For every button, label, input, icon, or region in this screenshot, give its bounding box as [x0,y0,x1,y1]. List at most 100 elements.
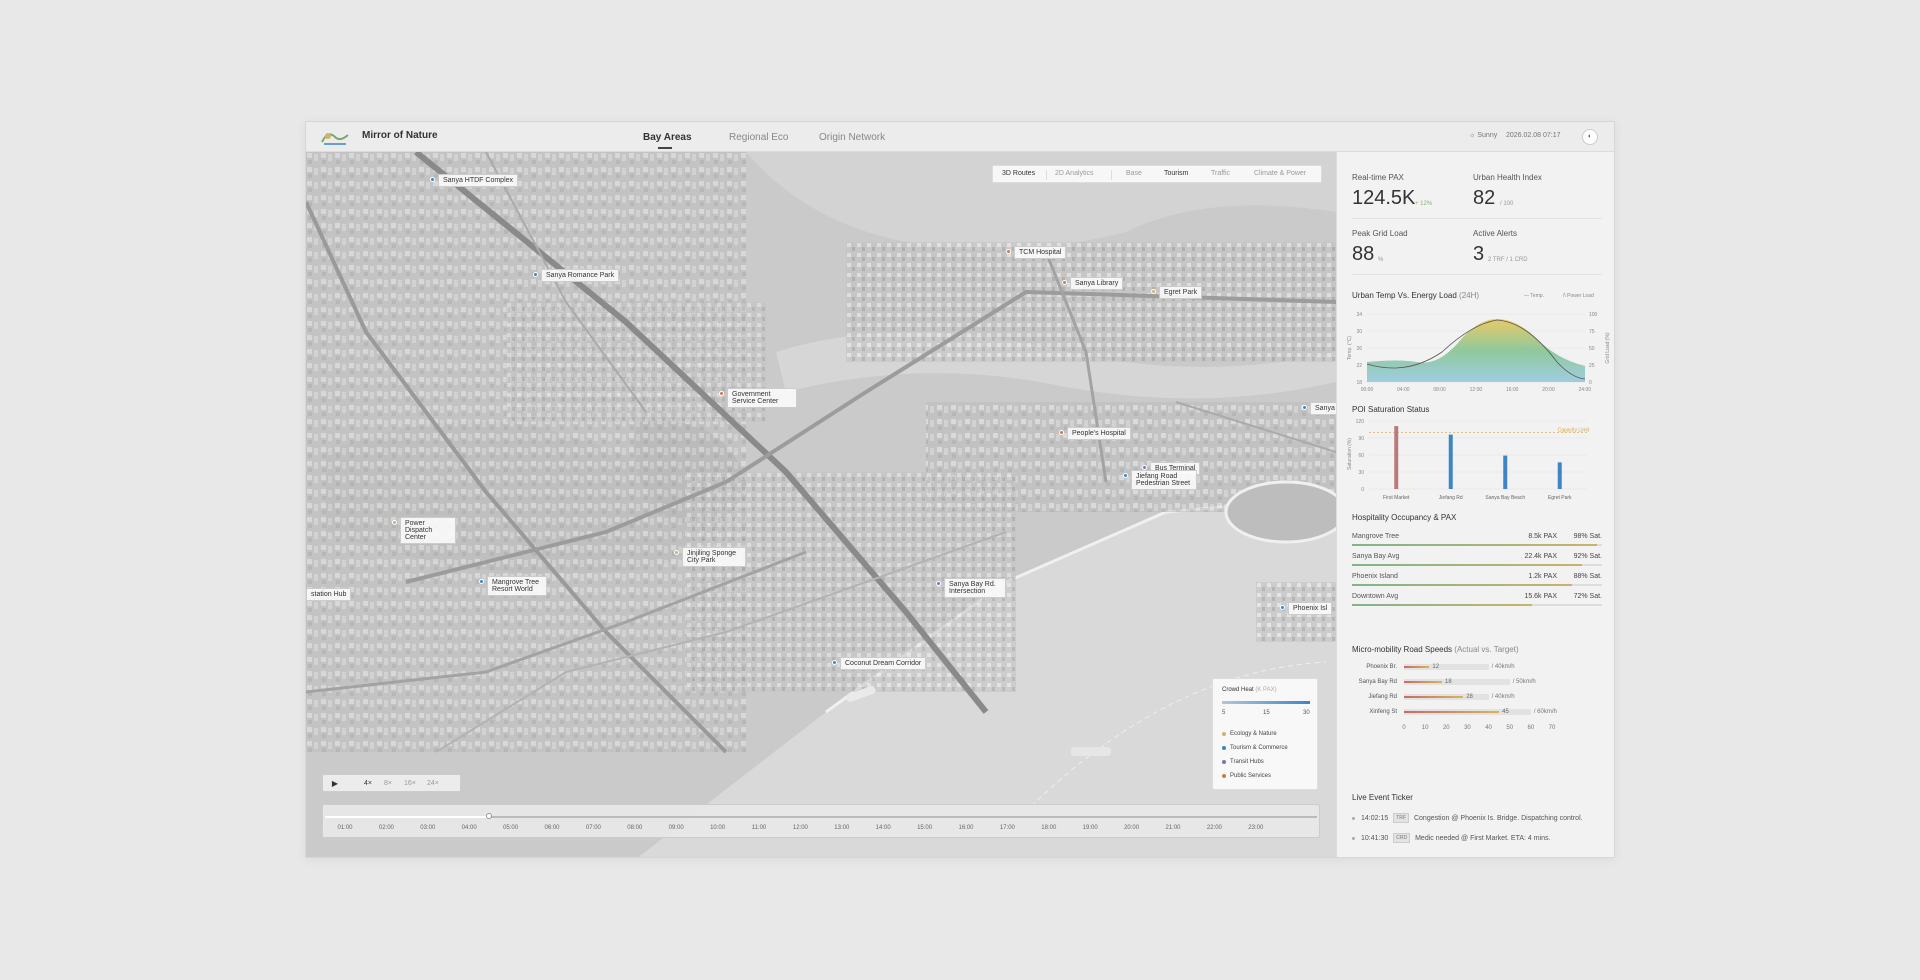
poi-marker[interactable]: Sanya [1302,402,1336,415]
poi-marker[interactable]: Sanya Library [1062,277,1124,290]
legend-item-public[interactable]: Public Services [1222,773,1271,779]
load-y-tick: 0 [1589,380,1592,386]
poi-marker[interactable]: Mangrove Tree Resort World [479,576,547,596]
hospitality-bar [1352,604,1602,606]
hospitality-saturation: 92% Sat. [1573,553,1602,560]
poi-label: Sanya [1310,402,1336,415]
poi-dot [936,581,941,586]
poi-marker[interactable]: Jiefang Road Pedestrian Street [1123,470,1197,490]
poi-category-label: Jiefang Rd [1439,495,1463,500]
ticker-event[interactable]: 14:02:15 TRF Congestion @ Phoenix Is. Brid… [1352,813,1583,823]
tab-bay-areas[interactable]: Bay Areas [643,132,692,143]
poi-label: People's Hospital [1067,427,1131,440]
layer-traffic[interactable]: Traffic [1211,170,1230,177]
layer-base[interactable]: Base [1126,170,1142,177]
kpi-alerts-unit: 2 TRF / 1 CRD [1488,257,1528,263]
timeline-hour-label: 17:00 [999,825,1015,831]
hospitality-pax: 15.6k PAX [1524,593,1557,600]
app-window: Mirror of Nature Bay Areas Regional Eco … [305,121,1615,858]
speed-16x[interactable]: 16× [404,780,416,787]
timeline-hour-label: 03:00 [420,825,436,831]
layer-tourism[interactable]: Tourism [1164,170,1189,177]
kpi-grid-label: Peak Grid Load [1352,229,1408,238]
map-view[interactable]: 3D Routes 2D Analytics Base Tourism Traf… [306,152,1336,857]
speed-8x[interactable]: 8× [384,780,392,787]
hospitality-bar-fill [1352,584,1572,586]
poi-dot [1151,289,1156,294]
poi-bar[interactable] [1503,455,1508,489]
poi-label: Sanya Library [1070,277,1124,290]
poi-marker[interactable]: Phoenix Isl [1280,602,1333,615]
kpi-health-label: Urban Health Index [1473,173,1542,182]
kpi-pax-value: 124.5K [1352,187,1416,209]
road-name: Sanya Bay Rd [1358,679,1397,685]
legend-tick: 5 [1222,710,1226,716]
hospitality-saturation: 98% Sat. [1573,533,1602,540]
road-name: Jiefang Rd [1368,694,1397,700]
poi-label: Power Dispatch Center [400,517,456,544]
timeline-scrubber[interactable]: 01:00 02:00 03:00 04:00 05:00 06:00 07:00 08:00… [322,804,1320,838]
speed-actual-value: 45 [1502,709,1509,715]
poi-label: Coconut Dream Corridor [840,657,927,670]
kpi-alerts-value: 3 [1473,243,1485,265]
legend-item-ecology[interactable]: Ecology & Nature [1222,731,1277,737]
poi-label: Sanya Romance Park [541,269,620,282]
temp-y-tick: 34 [1356,312,1362,318]
speed-target-track [1404,694,1489,700]
hospitality-pax: 1.2k PAX [1528,573,1557,580]
tab-regional-eco[interactable]: Regional Eco [729,132,788,143]
legend-item-tourism[interactable]: Tourism & Commerce [1222,745,1288,751]
tab-origin-network[interactable]: Origin Network [819,132,885,143]
speed-axis-tick: 50 [1506,725,1514,731]
mode-3d-routes[interactable]: 3D Routes [1002,170,1035,177]
load-legend: /\ Power Load [1563,293,1594,299]
timeline-handle[interactable] [485,813,492,819]
poi-category-label: First Market [1383,495,1410,500]
poi-marker[interactable]: Sanya Romance Park [533,269,620,282]
hospitality-pax: 22.4k PAX [1524,553,1557,560]
hospitality-bar [1352,544,1602,546]
poi-label: TCM Hospital [1014,246,1067,259]
poi-marker[interactable]: Sanya HTDF Complex [430,174,519,187]
poi-marker[interactable]: Jinjiling Sponge City Park [674,547,746,567]
poi-marker[interactable]: TCM Hospital [1006,246,1067,259]
timeline-hour-label: 07:00 [585,825,601,831]
ticker-event[interactable]: 10:41:30 CRD Medic needed @ First Market. … [1352,833,1550,843]
timeline-hour-label: 22:00 [1206,825,1222,831]
poi-dot [1062,280,1067,285]
speed-24x[interactable]: 24× [427,780,439,787]
mode-2d-analytics[interactable]: 2D Analytics [1055,170,1094,177]
timeline-hour-label: 02:00 [378,825,394,831]
poi-y-tick: 90 [1358,436,1364,442]
poi-dot [479,579,484,584]
poi-marker[interactable]: Sanya Bay Rd. Intersection [936,578,1006,598]
road-name: Phoenix Br. [1366,664,1397,670]
temp-y-tick: 18 [1356,380,1362,386]
speed-actual-value: 18 [1445,679,1452,685]
hospitality-pax: 8.5k PAX [1528,533,1557,540]
speed-target-track [1404,679,1510,685]
poi-bar[interactable] [1448,434,1453,489]
layer-climate-power[interactable]: Climate & Power [1254,170,1306,177]
poi-bar[interactable] [1557,462,1562,489]
poi-bar[interactable] [1394,426,1399,489]
poi-marker[interactable]: Egret Park [1151,286,1203,299]
poi-marker[interactable]: station Hub [306,588,352,601]
poi-marker[interactable]: People's Hospital [1059,427,1131,440]
timeline-hour-label: 06:00 [544,825,560,831]
speed-actual-fill [1404,681,1443,683]
user-icon[interactable]: ◐ [1582,129,1598,145]
speed-4x[interactable]: 4× [364,780,372,787]
timeline-hour-label: 23:00 [1248,825,1264,831]
mobility-title: Micro-mobility Road Speeds (Actual vs. T… [1352,645,1519,654]
timeline-hour-label: 20:00 [1124,825,1140,831]
play-icon[interactable]: ▶ [329,778,341,790]
legend-item-transit[interactable]: Transit Hubs [1222,759,1264,765]
temp-x-tick: 00:00 [1361,387,1374,393]
temp-x-tick: 08:00 [1433,387,1446,393]
poi-marker[interactable]: Coconut Dream Corridor [832,657,927,670]
poi-marker[interactable]: Government Service Center [719,388,797,408]
temp-y-tick: 26 [1356,346,1362,352]
poi-marker[interactable]: Power Dispatch Center [392,517,456,544]
poi-dot [1123,473,1128,478]
